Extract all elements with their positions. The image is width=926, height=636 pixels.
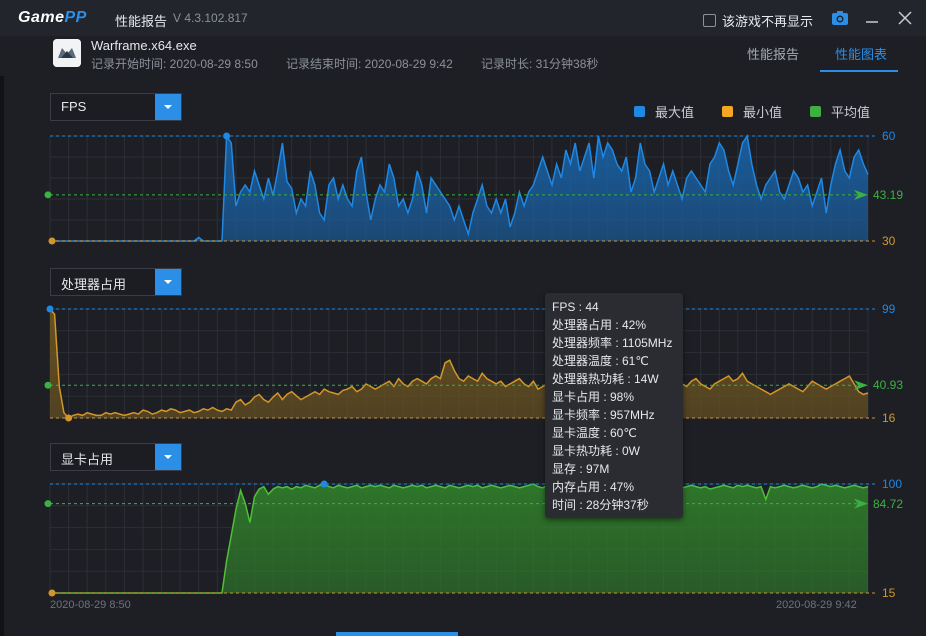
tooltip-line: 时间 : 28分钟37秒	[552, 498, 649, 512]
cpu-chart	[44, 305, 878, 422]
fps-avg-label: 43.19	[873, 188, 904, 202]
gpu-avg-dot	[44, 500, 52, 508]
fps-min-point	[48, 237, 56, 245]
tooltip-line: 显卡温度 : 60℃	[552, 426, 637, 440]
performance-charts	[44, 132, 878, 597]
tooltip-line: 显存 : 97M	[552, 462, 610, 476]
start-date-label: 2020-08-29 8:50	[50, 599, 131, 611]
fps-max-point	[223, 132, 231, 140]
tooltip-line: 处理器频率 : 1105MHz	[552, 336, 673, 350]
gpu-min-label: 15	[882, 586, 896, 600]
cpu-min-point	[65, 414, 73, 422]
tooltip-line: 显卡占用 : 98%	[552, 390, 635, 404]
tooltip-line: 内存占用 : 47%	[552, 480, 635, 494]
tooltip-line: 显卡频率 : 957MHz	[552, 408, 655, 422]
tooltip-line: FPS : 44	[552, 300, 599, 314]
gpu-chart	[44, 480, 878, 597]
fps-chart	[44, 132, 878, 245]
gpu-area	[50, 484, 868, 593]
gpu-min-point	[48, 589, 56, 597]
fps-min-label: 30	[882, 234, 896, 248]
cpu-max-point	[46, 305, 54, 313]
cpu-max-label: 99	[882, 302, 896, 316]
end-date-label: 2020-08-29 9:42	[776, 599, 857, 611]
gpu-max-label: 100	[882, 477, 903, 491]
cpu-avg-dot	[44, 381, 52, 389]
tooltip-line: 处理器热功耗 : 14W	[552, 372, 659, 386]
cpu-avg-label: 40.93	[873, 378, 904, 392]
horizontal-scroll-thumb[interactable]	[336, 632, 458, 636]
gpu-max-point	[320, 480, 328, 488]
tooltip-line: 处理器温度 : 61℃	[552, 354, 649, 368]
fps-avg-dot	[44, 191, 52, 199]
gpu-avg-label: 84.72	[873, 497, 904, 511]
cpu-min-label: 16	[882, 411, 896, 425]
tooltip-line: 显卡热功耗 : 0W	[552, 444, 641, 458]
fps-max-label: 60	[882, 129, 896, 143]
data-tooltip: FPS : 44 处理器占用 : 42% 处理器频率 : 1105MHz 处理器温度 …	[545, 293, 683, 518]
tooltip-line: 处理器占用 : 42%	[552, 318, 647, 332]
